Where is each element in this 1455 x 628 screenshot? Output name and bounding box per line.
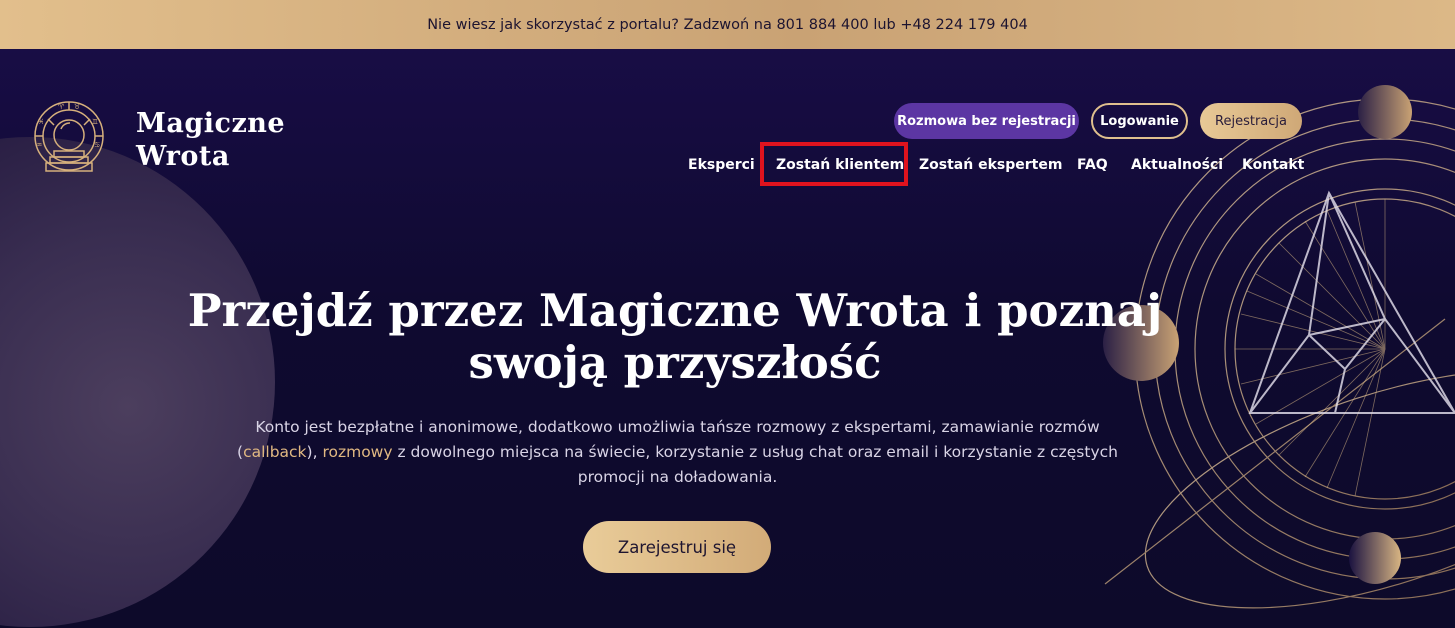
desc-text-2: ), (306, 443, 323, 461)
brand-name-line1: Magiczne (136, 108, 286, 139)
svg-text:♋: ♋ (94, 141, 100, 149)
nav-faq[interactable]: FAQ (1077, 157, 1108, 173)
talk-without-registration-button[interactable]: Rozmowa bez rejestracji (894, 103, 1079, 139)
login-button[interactable]: Logowanie (1091, 103, 1188, 139)
signup-cta-button[interactable]: Zarejestruj się (583, 521, 771, 573)
brand-name: Magiczne Wrota (136, 107, 285, 173)
calls-link[interactable]: rozmowy (322, 443, 392, 461)
hero-title: Przejdź przez Magiczne Wrota i poznaj sw… (150, 285, 1200, 389)
nav-news[interactable]: Aktualności (1131, 157, 1223, 173)
desc-text-3: z dowolnego miejsca na świecie, korzysta… (392, 443, 1118, 486)
svg-text:♊: ♊ (92, 118, 98, 126)
info-bar: Nie wiesz jak skorzystać z portalu? Zadz… (0, 0, 1455, 49)
hero-section: ♈ ♉ ♓ ♊ ♒ ♋ Magiczne Wrota Rozmowa bez r… (0, 49, 1455, 628)
info-bar-text: Nie wiesz jak skorzystać z portalu? Zadz… (427, 16, 1028, 33)
svg-text:♒: ♒ (36, 141, 42, 149)
nav-contact[interactable]: Kontakt (1242, 157, 1304, 173)
highlight-annotation (760, 142, 908, 186)
hero-title-line1: Przejdź przez Magiczne Wrota i poznaj (187, 284, 1163, 337)
svg-text:♉: ♉ (74, 103, 80, 111)
register-button[interactable]: Rejestracja (1200, 103, 1302, 139)
hero-title-line2: swoją przyszłość (468, 336, 882, 389)
svg-text:♓: ♓ (38, 118, 44, 126)
svg-text:♈: ♈ (58, 103, 65, 111)
nav-experts[interactable]: Eksperci (688, 157, 755, 173)
zodiac-crystal-ball-icon: ♈ ♉ ♓ ♊ ♒ ♋ (34, 101, 104, 172)
callback-link[interactable]: callback (243, 443, 306, 461)
brand-logo[interactable]: ♈ ♉ ♓ ♊ ♒ ♋ Magiczne Wrota (28, 99, 285, 181)
hero-description: Konto jest bezpłatne i anonimowe, dodatk… (230, 415, 1125, 490)
nav-become-expert[interactable]: Zostań ekspertem (919, 157, 1062, 173)
brand-name-line2: Wrota (136, 141, 230, 172)
